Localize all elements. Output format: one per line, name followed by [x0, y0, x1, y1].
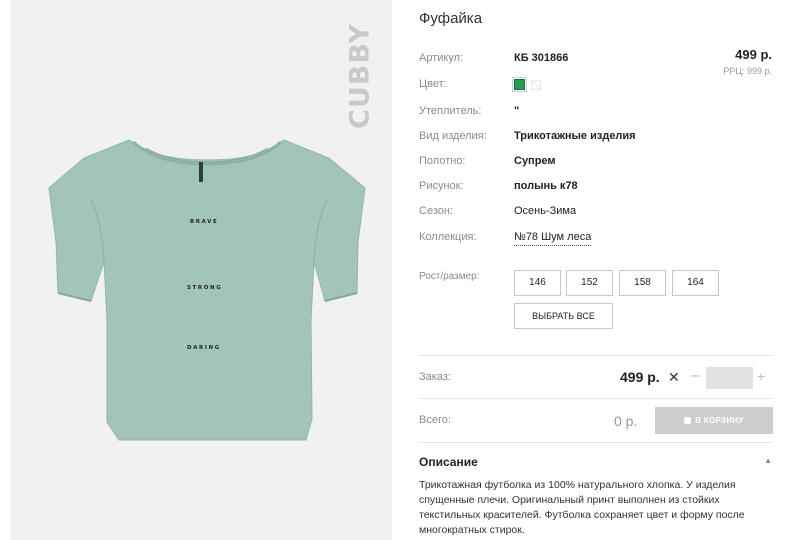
- multiply-icon: ✕: [668, 369, 680, 385]
- order-price: 499 р.: [620, 369, 660, 385]
- attr-collection: Коллекция: №78 Шум леса: [419, 231, 759, 247]
- total-label: Всего:: [419, 414, 451, 426]
- add-to-cart-label: В КОРЗИНУ: [695, 416, 744, 425]
- description-text: Трикотажная футболка из 100% натуральног…: [419, 479, 745, 536]
- cart-icon: [684, 417, 692, 425]
- color-swatch-green[interactable]: [512, 77, 527, 92]
- divider: [419, 442, 772, 443]
- attr-fabric: Полотно: Супрем: [419, 155, 556, 167]
- print-text-strong: STRONG: [187, 285, 223, 291]
- attr-article: Артикул: КБ 301866: [419, 52, 569, 64]
- divider: [419, 355, 772, 356]
- attr-color: Цвет:: [419, 77, 759, 94]
- size-option-164[interactable]: 164: [672, 270, 719, 296]
- attr-season: Сезон: Осень-Зима: [419, 205, 577, 217]
- size-option-146[interactable]: 146: [514, 270, 561, 296]
- select-all-sizes-button[interactable]: ВЫБРАТЬ ВСЕ: [514, 303, 613, 329]
- size-label: Рост/размер:: [419, 271, 480, 282]
- attr-insulation: Утеплитель: ": [419, 105, 520, 117]
- color-swatch-white[interactable]: [531, 80, 541, 90]
- divider: [419, 398, 772, 399]
- increase-quantity-button[interactable]: +: [757, 368, 765, 384]
- attr-pattern: Рисунок: полынь к78: [419, 180, 578, 192]
- tshirt-image: [48, 139, 366, 441]
- decrease-quantity-button[interactable]: –: [691, 367, 700, 385]
- total-value: 0 р.: [614, 413, 638, 429]
- print-text-brave: BRAVE: [190, 219, 219, 225]
- size-option-152[interactable]: 152: [566, 270, 613, 296]
- product-image[interactable]: CUBBY BRAVE STRONG DARING: [11, 0, 392, 540]
- quantity-input[interactable]: [706, 367, 753, 389]
- product-title: Фуфайка: [419, 10, 483, 27]
- chevron-up-icon[interactable]: ▲: [764, 456, 772, 465]
- description-heading[interactable]: Описание: [419, 455, 478, 469]
- order-label: Заказ:: [419, 371, 451, 383]
- collection-link[interactable]: №78 Шум леса: [514, 231, 592, 246]
- add-to-cart-button[interactable]: В КОРЗИНУ: [655, 407, 773, 434]
- size-option-158[interactable]: 158: [619, 270, 666, 296]
- print-text-daring: DARING: [187, 345, 221, 351]
- attr-item-type: Вид изделия: Трикотажные изделия: [419, 130, 636, 142]
